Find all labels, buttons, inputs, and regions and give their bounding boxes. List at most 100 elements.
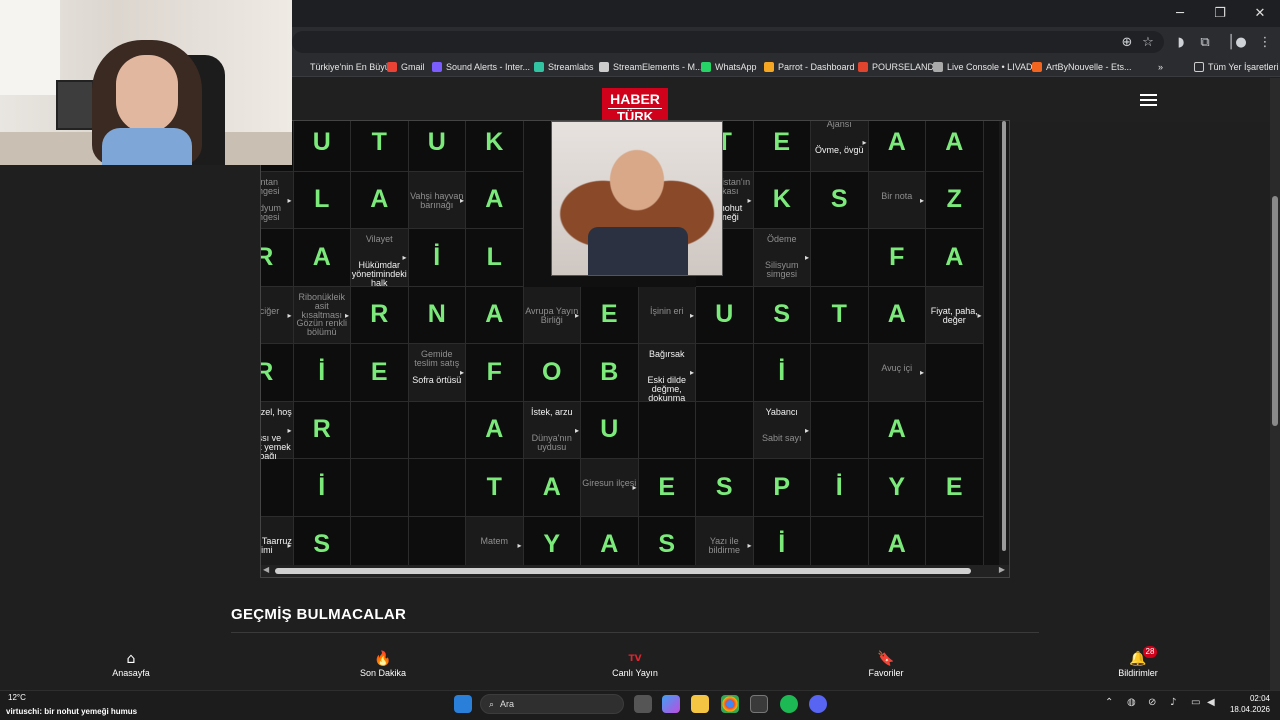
letter-cell[interactable]: F <box>466 344 524 402</box>
extensions-icon[interactable]: ⧉ <box>1196 33 1214 51</box>
empty-cell[interactable] <box>638 401 696 459</box>
letter-cell[interactable]: T <box>466 459 524 517</box>
task-view-icon[interactable] <box>634 695 652 713</box>
bookmark-item[interactable]: Gmail <box>387 60 425 74</box>
address-bar[interactable] <box>292 31 1164 53</box>
letter-cell[interactable]: L <box>293 171 351 229</box>
bookmark-item[interactable]: ArtByNouvelle - Ets... <box>1032 60 1132 74</box>
empty-cell[interactable] <box>351 459 409 517</box>
maximize-button[interactable]: ❐ <box>1200 0 1240 27</box>
copilot-icon[interactable] <box>662 695 680 713</box>
puzzle-horizontal-scrollbar[interactable]: ◀ ▶ <box>261 565 1009 577</box>
letter-cell[interactable]: E <box>638 459 696 517</box>
start-icon[interactable] <box>454 695 472 713</box>
letter-cell[interactable]: İ <box>811 459 869 517</box>
empty-cell[interactable] <box>408 401 466 459</box>
file-explorer-icon[interactable] <box>691 695 709 713</box>
letter-cell[interactable]: İ <box>293 459 351 517</box>
bookmarks-more-button[interactable]: » <box>1158 60 1163 74</box>
taskbar-clock[interactable]: 02:04 18.04.2026 <box>1230 693 1270 715</box>
minimize-button[interactable]: ─ <box>1160 0 1200 27</box>
taskbar-search[interactable]: ⌕ Ara <box>480 694 624 714</box>
spotify-icon[interactable] <box>780 695 798 713</box>
obs-icon[interactable] <box>750 695 768 713</box>
letter-cell[interactable]: R <box>261 344 294 402</box>
empty-cell[interactable] <box>811 401 869 459</box>
letter-cell[interactable]: B <box>581 344 639 402</box>
empty-cell[interactable] <box>261 459 294 517</box>
letter-cell[interactable]: P <box>753 459 811 517</box>
volume-icon[interactable]: ◀ <box>1207 697 1215 708</box>
page-scrollbar[interactable] <box>1270 78 1280 690</box>
display-icon[interactable]: ▭ <box>1191 697 1200 708</box>
zoom-icon[interactable]: ⊕ <box>1118 33 1136 51</box>
letter-cell[interactable]: İ <box>753 344 811 402</box>
letter-cell[interactable]: R <box>261 229 294 287</box>
letter-cell[interactable]: O <box>523 344 581 402</box>
all-bookmarks-button[interactable]: Tüm Yer İşaretleri <box>1194 60 1279 74</box>
letter-cell[interactable]: U <box>293 121 351 172</box>
letter-cell[interactable]: R <box>293 401 351 459</box>
letter-cell[interactable]: A <box>351 171 409 229</box>
letter-cell[interactable]: K <box>466 121 524 172</box>
letter-cell[interactable]: L <box>466 229 524 287</box>
nav-live-tv[interactable]: TV Canlı Yayın <box>575 650 695 678</box>
letter-cell[interactable]: A <box>868 286 926 344</box>
letter-cell[interactable]: U <box>581 401 639 459</box>
nav-breaking-news[interactable]: 🔥 Son Dakika <box>323 650 443 678</box>
discord-icon[interactable] <box>809 695 827 713</box>
letter-cell[interactable]: T <box>811 286 869 344</box>
letter-cell[interactable]: A <box>926 229 984 287</box>
nav-home[interactable]: ⌂ Anasayfa <box>71 650 191 678</box>
menu-icon[interactable]: ⋮ <box>1256 33 1274 51</box>
letter-cell[interactable]: A <box>523 459 581 517</box>
letter-cell[interactable]: E <box>753 121 811 172</box>
letter-cell[interactable]: U <box>696 286 754 344</box>
empty-cell[interactable] <box>926 401 984 459</box>
bookmark-item[interactable]: Streamlabs <box>534 60 594 74</box>
tray-overflow-icon[interactable]: ⌃ <box>1105 697 1113 708</box>
letter-cell[interactable]: A <box>926 121 984 172</box>
letter-cell[interactable]: A <box>466 171 524 229</box>
haberturk-logo[interactable]: HABER TÜRK <box>602 88 668 124</box>
letter-cell[interactable]: E <box>351 344 409 402</box>
empty-cell[interactable] <box>696 401 754 459</box>
letter-cell[interactable]: N <box>408 286 466 344</box>
bookmark-item[interactable]: Live Console • LIVAD <box>933 60 1033 74</box>
nav-favorites[interactable]: 🔖 Favoriler <box>826 650 946 678</box>
hamburger-menu-icon[interactable] <box>1140 94 1157 107</box>
empty-cell[interactable] <box>696 344 754 402</box>
letter-cell[interactable]: E <box>581 286 639 344</box>
empty-cell[interactable] <box>408 459 466 517</box>
letter-cell[interactable]: Z <box>926 171 984 229</box>
letter-cell[interactable]: F <box>868 229 926 287</box>
empty-cell[interactable] <box>926 344 984 402</box>
letter-cell[interactable]: S <box>753 286 811 344</box>
bookmark-item[interactable]: WhatsApp <box>701 60 757 74</box>
close-button[interactable]: ✕ <box>1240 0 1280 27</box>
chrome-icon[interactable] <box>721 695 739 713</box>
letter-cell[interactable]: A <box>868 121 926 172</box>
letter-cell[interactable]: İ <box>293 344 351 402</box>
bookmark-item[interactable]: POURSELAND <box>858 60 934 74</box>
letter-cell[interactable]: A <box>293 229 351 287</box>
microphone-icon[interactable]: ♪ <box>1170 697 1176 708</box>
letter-cell[interactable]: K <box>753 171 811 229</box>
letter-cell[interactable]: T <box>351 121 409 172</box>
letter-cell[interactable]: A <box>868 401 926 459</box>
star-icon[interactable]: ☆ <box>1139 33 1157 51</box>
nav-notifications[interactable]: 🔔 Bildirimler <box>1078 650 1198 678</box>
letter-cell[interactable]: U <box>408 121 466 172</box>
letter-cell[interactable]: İ <box>408 229 466 287</box>
letter-cell[interactable]: S <box>696 459 754 517</box>
bookmark-item[interactable]: Sound Alerts - Inter... <box>432 60 530 74</box>
extension-parrot-icon[interactable]: ◗ <box>1172 33 1190 51</box>
bookmark-item[interactable]: Türkiye'nin En Büyü... <box>296 60 397 74</box>
empty-cell[interactable] <box>811 229 869 287</box>
puzzle-vertical-scrollbar[interactable] <box>999 121 1009 567</box>
profile-avatar[interactable]: ● <box>1232 33 1250 51</box>
weather-widget[interactable]: 12°C <box>8 693 26 703</box>
tray-network-off-icon[interactable]: ⊘ <box>1148 697 1156 708</box>
letter-cell[interactable]: Y <box>868 459 926 517</box>
letter-cell[interactable]: R <box>351 286 409 344</box>
